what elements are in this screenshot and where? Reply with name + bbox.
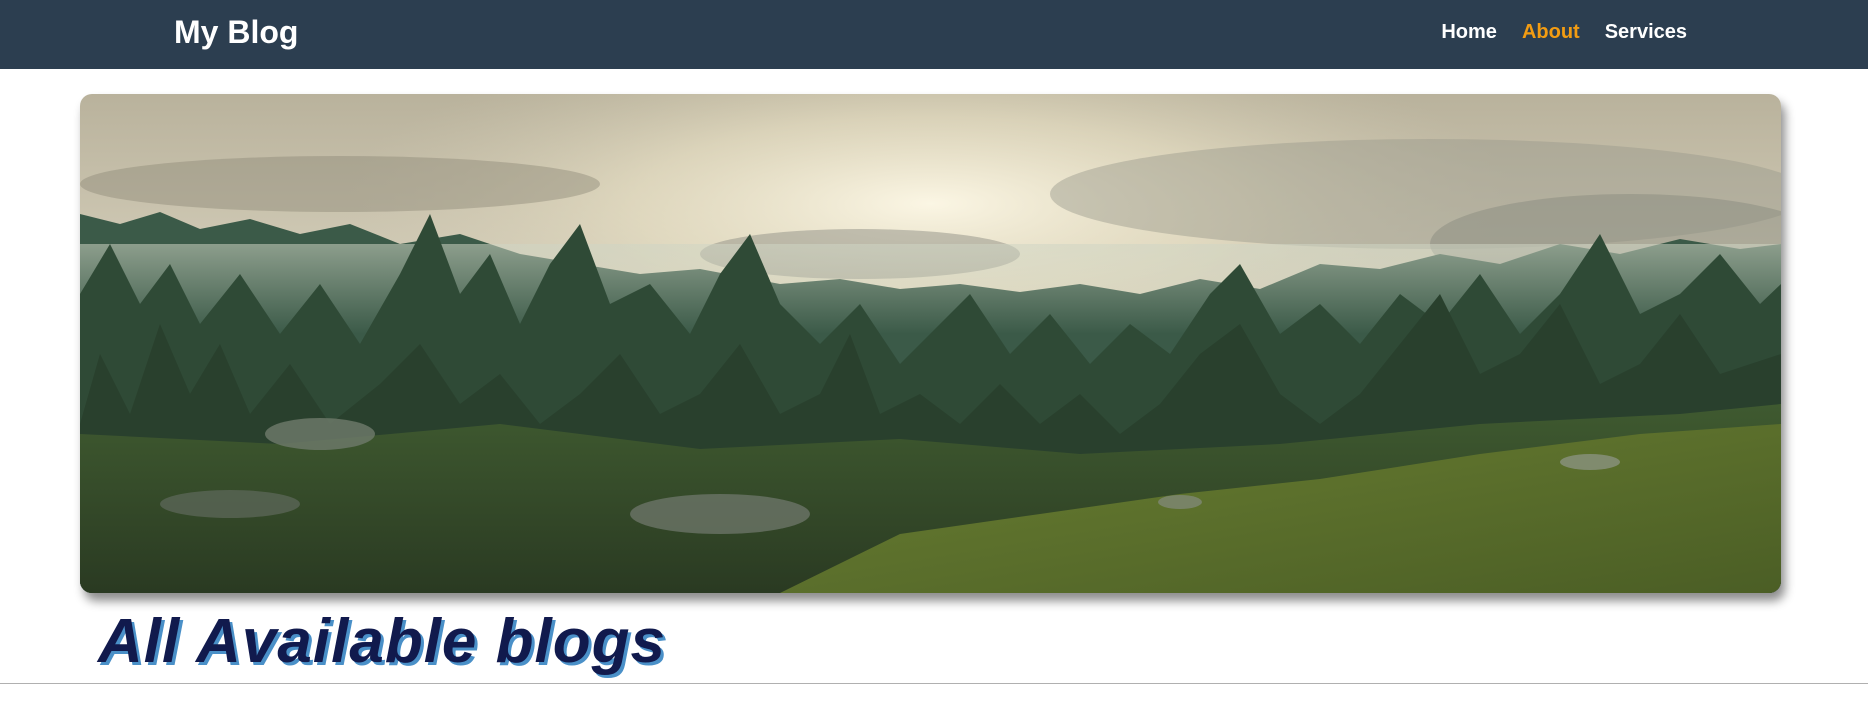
nav-link-home[interactable]: Home (1441, 20, 1497, 44)
content-divider (0, 683, 1868, 684)
page-heading: All Available blogs (98, 607, 666, 676)
hero-banner-image (80, 94, 1781, 593)
nav-links: Home About Services (1441, 20, 1687, 44)
nav-link-services[interactable]: Services (1605, 20, 1687, 44)
brand-logo-link[interactable]: My Blog (174, 13, 298, 51)
nav-link-about[interactable]: About (1522, 20, 1580, 44)
navbar: My Blog Home About Services (0, 0, 1868, 69)
